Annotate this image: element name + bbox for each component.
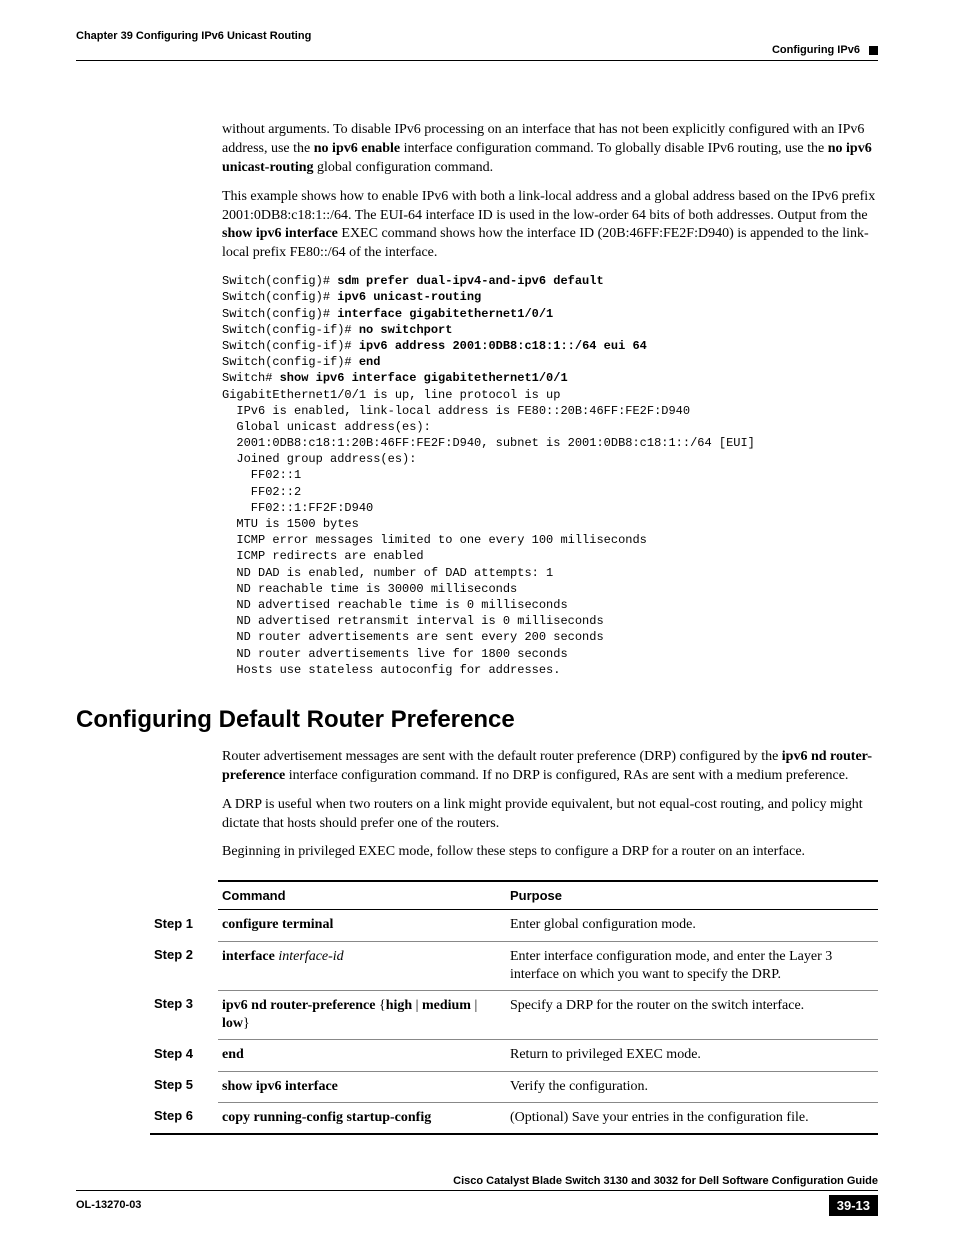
column-header-purpose: Purpose xyxy=(506,881,878,910)
section2-paragraph-2: A DRP is useful when two routers on a li… xyxy=(222,796,878,834)
prompt: Switch(config-if)# xyxy=(222,355,359,369)
section2-paragraph-1: Router advertisement messages are sent w… xyxy=(222,748,878,786)
command-cell: copy running-config startup-config xyxy=(218,1102,506,1134)
text: This example shows how to enable IPv6 wi… xyxy=(222,189,875,223)
command-text: no ipv6 enable xyxy=(314,141,400,156)
syntax: { xyxy=(375,998,385,1013)
cmd: ipv6 address 2001:0DB8:c18:1::/64 eui 64 xyxy=(359,339,647,353)
cli-output: GigabitEthernet1/0/1 is up, line protoco… xyxy=(222,388,755,677)
syntax: } xyxy=(243,1016,250,1031)
prompt: Switch(config)# xyxy=(222,274,337,288)
header-section-text: Configuring IPv6 xyxy=(772,44,860,56)
footer-docid: OL-13270-03 xyxy=(76,1199,141,1211)
command-cell: show ipv6 interface xyxy=(218,1071,506,1102)
syntax: | xyxy=(412,998,422,1013)
empty-cell xyxy=(150,881,218,910)
table-row: Step 6 copy running-config startup-confi… xyxy=(150,1102,878,1134)
cmd: sdm prefer dual-ipv4-and-ipv6 default xyxy=(337,274,603,288)
cli-example: Switch(config)# sdm prefer dual-ipv4-and… xyxy=(222,273,878,678)
table-row: Step 3 ipv6 nd router-preference {high |… xyxy=(150,990,878,1039)
cmd: interface xyxy=(222,949,275,964)
steps-table: Command Purpose Step 1 configure termina… xyxy=(150,880,878,1135)
footer-guide-title: Cisco Catalyst Blade Switch 3130 and 303… xyxy=(76,1175,878,1191)
purpose-cell: Verify the configuration. xyxy=(506,1071,878,1102)
command-cell: configure terminal xyxy=(218,910,506,941)
step-label: Step 4 xyxy=(150,1040,218,1071)
command-cell: ipv6 nd router-preference {high | medium… xyxy=(218,990,506,1039)
cmd: ipv6 unicast-routing xyxy=(337,290,481,304)
step-label: Step 1 xyxy=(150,910,218,941)
header-chapter: Chapter 39 Configuring IPv6 Unicast Rout… xyxy=(76,30,878,42)
purpose-cell: Specify a DRP for the router on the swit… xyxy=(506,990,878,1039)
cmd: show ipv6 interface xyxy=(222,1079,338,1094)
column-header-command: Command xyxy=(218,881,506,910)
option: low xyxy=(222,1016,243,1031)
text: Router advertisement messages are sent w… xyxy=(222,749,782,764)
table-row: Step 1 configure terminal Enter global c… xyxy=(150,910,878,941)
command-cell: end xyxy=(218,1040,506,1071)
command-cell: interface interface-id xyxy=(218,941,506,990)
option: high xyxy=(386,998,412,1013)
prompt: Switch# xyxy=(222,371,280,385)
text: interface configuration command. If no D… xyxy=(285,768,848,783)
cmd: ipv6 nd router-preference xyxy=(222,998,375,1013)
intro-paragraph-2: This example shows how to enable IPv6 wi… xyxy=(222,188,878,264)
purpose-cell: Enter global configuration mode. xyxy=(506,910,878,941)
prompt: Switch(config)# xyxy=(222,307,337,321)
table-header-row: Command Purpose xyxy=(150,881,878,910)
section2-paragraph-3: Beginning in privileged EXEC mode, follo… xyxy=(222,843,878,862)
prompt: Switch(config-if)# xyxy=(222,339,359,353)
purpose-cell: (Optional) Save your entries in the conf… xyxy=(506,1102,878,1134)
table-row: Step 4 end Return to privileged EXEC mod… xyxy=(150,1040,878,1071)
table-row: Step 5 show ipv6 interface Verify the co… xyxy=(150,1071,878,1102)
intro-paragraph-1: without arguments. To disable IPv6 proce… xyxy=(222,121,878,178)
section-heading: Configuring Default Router Preference xyxy=(76,706,878,734)
page-header: Chapter 39 Configuring IPv6 Unicast Rout… xyxy=(76,30,878,61)
page-footer: Cisco Catalyst Blade Switch 3130 and 303… xyxy=(76,1175,878,1216)
purpose-cell: Enter interface configuration mode, and … xyxy=(506,941,878,990)
cmd: configure terminal xyxy=(222,917,333,932)
cmd: show ipv6 interface gigabitethernet1/0/1 xyxy=(280,371,568,385)
prompt: Switch(config)# xyxy=(222,290,337,304)
cmd: no switchport xyxy=(359,323,453,337)
step-label: Step 2 xyxy=(150,941,218,990)
cmd: copy running-config startup-config xyxy=(222,1110,431,1125)
syntax: | xyxy=(471,998,477,1013)
footer-page-number: 39-13 xyxy=(829,1195,878,1216)
option: medium xyxy=(422,998,471,1013)
arg: interface-id xyxy=(275,949,344,964)
step-label: Step 6 xyxy=(150,1102,218,1134)
step-label: Step 3 xyxy=(150,990,218,1039)
command-text: show ipv6 interface xyxy=(222,226,338,241)
step-label: Step 5 xyxy=(150,1071,218,1102)
table-row: Step 2 interface interface-id Enter inte… xyxy=(150,941,878,990)
cmd: end xyxy=(359,355,381,369)
purpose-cell: Return to privileged EXEC mode. xyxy=(506,1040,878,1071)
text: global configuration command. xyxy=(314,160,494,175)
cmd: interface gigabitethernet1/0/1 xyxy=(337,307,553,321)
header-marker-icon xyxy=(869,46,878,55)
header-section: Configuring IPv6 xyxy=(76,44,878,56)
text: interface configuration command. To glob… xyxy=(400,141,828,156)
prompt: Switch(config-if)# xyxy=(222,323,359,337)
cmd: end xyxy=(222,1047,244,1062)
